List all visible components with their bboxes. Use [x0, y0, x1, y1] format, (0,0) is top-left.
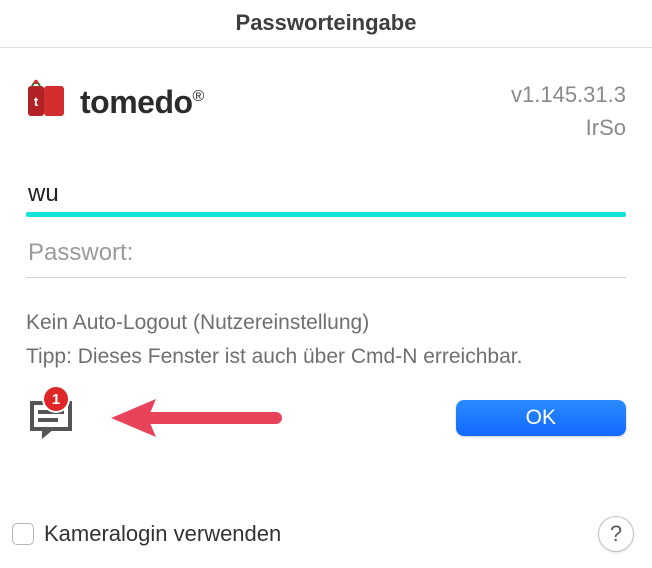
auto-logout-status: Kein Auto-Logout (Nutzereinstellung) — [26, 306, 626, 340]
user-short-label: IrSo — [511, 111, 626, 144]
window-title: Passworteingabe — [0, 0, 652, 48]
brand-suffix: ® — [193, 88, 204, 105]
content-area: t tomedo® v1.145.31.3 IrSo Passwort: Kei… — [0, 48, 652, 443]
notification-button[interactable]: 1 — [26, 393, 76, 443]
help-button[interactable]: ? — [598, 516, 634, 552]
kameralogin-label: Kameralogin verwenden — [44, 521, 281, 547]
version-label: v1.145.31.3 — [511, 78, 626, 111]
version-block: v1.145.31.3 IrSo — [511, 78, 626, 144]
kameralogin-checkbox[interactable]: Kameralogin verwenden — [12, 521, 281, 547]
header-row: t tomedo® v1.145.31.3 IrSo — [26, 78, 626, 144]
brand-text: tomedo — [80, 84, 193, 120]
username-input[interactable] — [26, 176, 626, 214]
tomedo-logo-icon: t — [26, 78, 70, 127]
svg-text:t: t — [34, 94, 39, 109]
action-row: 1 OK — [26, 393, 626, 443]
fields-area: Passwort: — [26, 176, 626, 278]
bottom-row: Kameralogin verwenden ? — [12, 516, 634, 552]
brand-name: tomedo® — [80, 84, 204, 121]
ok-button[interactable]: OK — [456, 400, 626, 436]
notification-badge: 1 — [44, 387, 68, 411]
checkbox-box-icon — [12, 523, 34, 545]
annotation-arrow-icon — [106, 393, 286, 443]
password-field[interactable]: Passwort: — [26, 235, 626, 278]
tip-text: Tipp: Dieses Fenster ist auch über Cmd-N… — [26, 340, 626, 374]
info-block: Kein Auto-Logout (Nutzereinstellung) Tip… — [26, 306, 626, 373]
logo-block: t tomedo® — [26, 78, 204, 127]
